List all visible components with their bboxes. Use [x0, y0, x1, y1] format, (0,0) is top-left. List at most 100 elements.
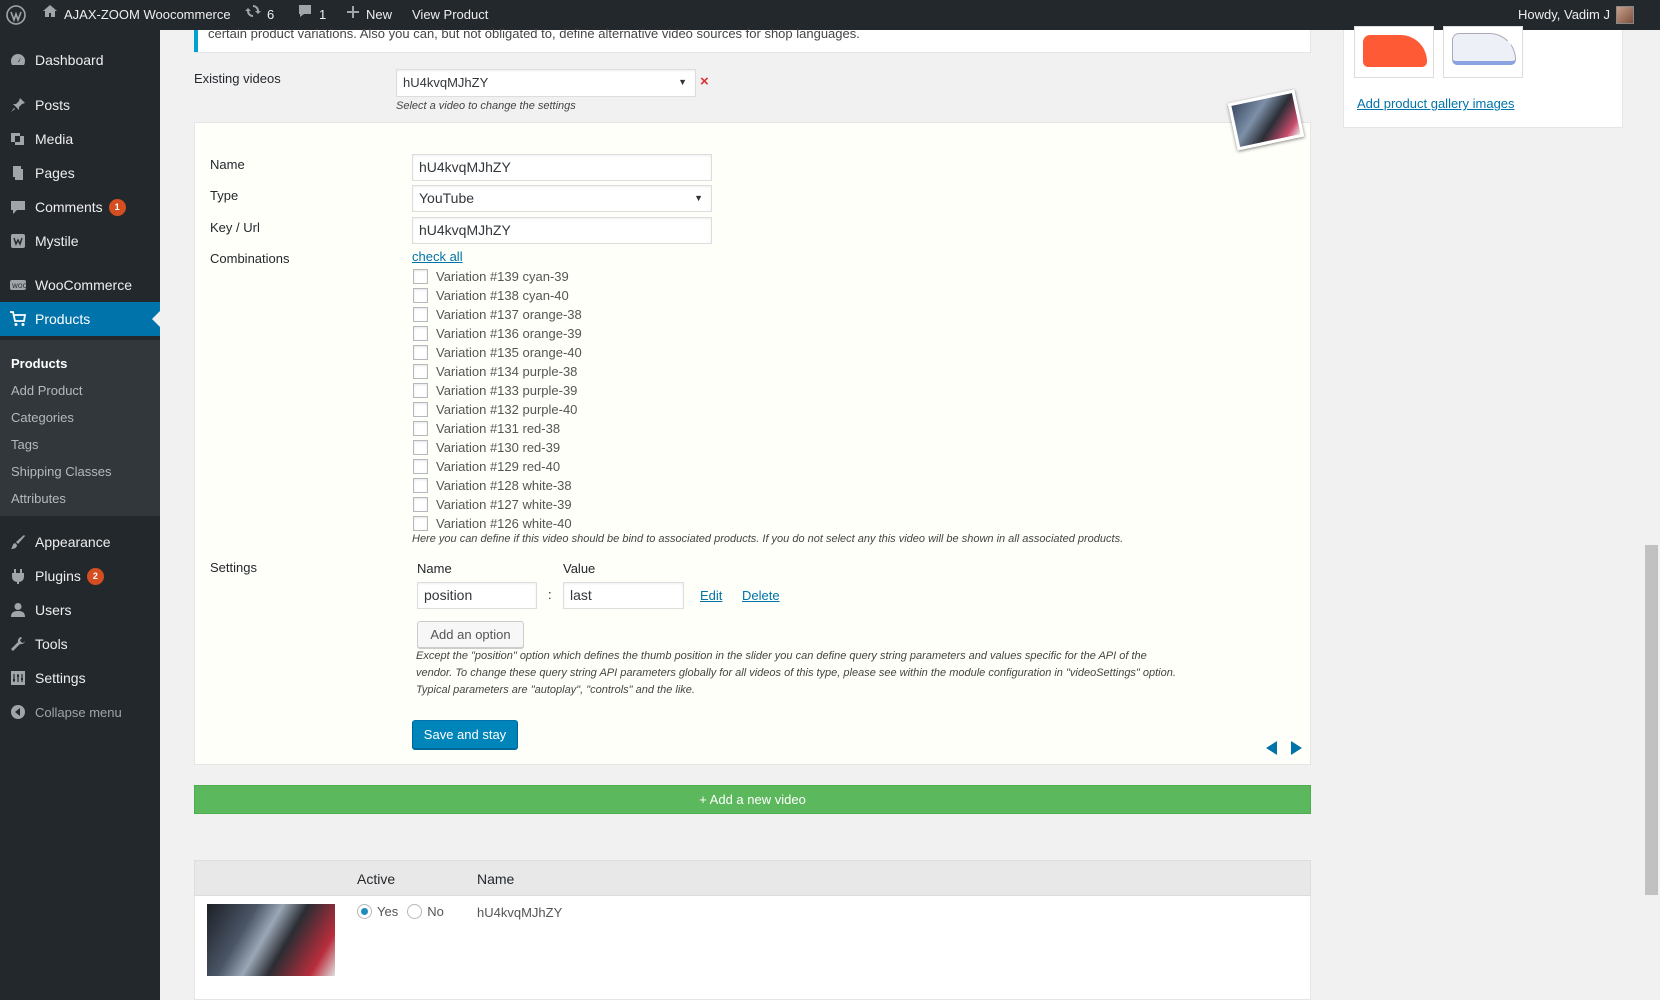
next-video-arrow-icon[interactable] [1291, 741, 1302, 755]
video-row-name: hU4kvqMJhZY [477, 905, 563, 920]
combination-row[interactable]: Variation #135 orange-40 [413, 343, 582, 362]
menu-users[interactable]: Users [0, 593, 160, 627]
settings-label: Settings [210, 560, 257, 575]
menu-mystile[interactable]: Mystile [0, 224, 160, 258]
menu-dashboard[interactable]: Dashboard [0, 43, 160, 77]
combination-row[interactable]: Variation #132 purple-40 [413, 400, 582, 419]
combination-checkbox[interactable] [413, 516, 428, 531]
submenu-tags[interactable]: Tags [11, 437, 38, 452]
combination-label: Variation #136 orange-39 [436, 326, 582, 341]
option-value-input[interactable]: last [563, 582, 684, 609]
account-menu[interactable]: Howdy, Vadim J [1518, 0, 1634, 30]
menu-products[interactable]: Products [0, 302, 160, 336]
combination-checkbox[interactable] [413, 402, 428, 417]
combination-row[interactable]: Variation #129 red-40 [413, 457, 582, 476]
submenu-products[interactable]: Products [11, 356, 67, 371]
option-separator: : [548, 587, 552, 602]
active-yes-label: Yes [377, 904, 399, 919]
menu-pages[interactable]: Pages [0, 156, 160, 190]
video-thumbnail [207, 904, 335, 976]
video-name-input[interactable]: hU4kvqMJhZY [412, 154, 712, 181]
combination-row[interactable]: Variation #128 white-38 [413, 476, 582, 495]
video-type-select[interactable]: YouTube [412, 185, 712, 212]
menu-posts[interactable]: Posts [0, 88, 160, 122]
site-name-link[interactable]: AJAX-ZOOM Woocommerce [42, 0, 231, 30]
combination-checkbox[interactable] [413, 478, 428, 493]
submenu-add-product[interactable]: Add Product [11, 383, 83, 398]
combination-checkbox[interactable] [413, 307, 428, 322]
white-shoe-image [1452, 33, 1516, 65]
wordpress-logo-icon[interactable] [6, 0, 26, 30]
edit-option-link[interactable]: Edit [700, 588, 722, 603]
active-no-radio[interactable] [407, 904, 423, 919]
combination-checkbox[interactable] [413, 364, 428, 379]
add-gallery-images-link[interactable]: Add product gallery images [1357, 96, 1515, 111]
existing-videos-select[interactable]: hU4kvqMJhZY [396, 69, 696, 97]
combination-row[interactable]: Variation #133 purple-39 [413, 381, 582, 400]
option-value-value: last [570, 587, 592, 603]
combination-row[interactable]: Variation #136 orange-39 [413, 324, 582, 343]
active-yes-radio[interactable] [357, 904, 372, 919]
theme-icon [8, 231, 28, 251]
video-name-value: hU4kvqMJhZY [419, 159, 511, 175]
menu-settings[interactable]: Settings [0, 661, 160, 695]
combination-row[interactable]: Variation #126 white-40 [413, 514, 582, 533]
combination-checkbox[interactable] [413, 497, 428, 512]
video-key-input[interactable]: hU4kvqMJhZY [412, 217, 712, 244]
comments-badge: 1 [108, 198, 126, 216]
brush-icon [8, 532, 28, 552]
combination-checkbox[interactable] [413, 440, 428, 455]
greeting-text: Howdy, Vadim J [1518, 7, 1610, 22]
scrollbar-thumb[interactable] [1645, 545, 1658, 895]
add-option-button[interactable]: Add an option [417, 621, 524, 648]
add-new-video-button[interactable]: + Add a new video [194, 785, 1311, 814]
submenu-categories[interactable]: Categories [11, 410, 74, 425]
combination-checkbox[interactable] [413, 345, 428, 360]
combination-checkbox[interactable] [413, 383, 428, 398]
settings-icon [8, 668, 28, 688]
combination-row[interactable]: Variation #127 white-39 [413, 495, 582, 514]
menu-mystile-label: Mystile [35, 233, 79, 249]
gallery-image-white-shoe[interactable] [1443, 26, 1523, 78]
delete-option-link[interactable]: Delete [742, 588, 780, 603]
save-and-stay-button[interactable]: Save and stay [412, 720, 518, 749]
collapse-menu-button[interactable]: Collapse menu [0, 695, 160, 729]
combination-checkbox[interactable] [413, 269, 428, 284]
combination-checkbox[interactable] [413, 326, 428, 341]
menu-appearance[interactable]: Appearance [0, 525, 160, 559]
combination-checkbox[interactable] [413, 288, 428, 303]
combination-row[interactable]: Variation #138 cyan-40 [413, 286, 582, 305]
gallery-image-orange-shoe[interactable] [1354, 26, 1434, 78]
combination-checkbox[interactable] [413, 421, 428, 436]
combination-checkbox[interactable] [413, 459, 428, 474]
existing-videos-selected: hU4kvqMJhZY [403, 75, 489, 90]
combination-row[interactable]: Variation #134 purple-38 [413, 362, 582, 381]
remove-video-icon[interactable]: × [700, 73, 709, 90]
menu-settings-label: Settings [35, 670, 86, 686]
menu-plugins[interactable]: Plugins 2 [0, 559, 160, 593]
option-name-input[interactable]: position [417, 582, 537, 609]
menu-tools[interactable]: Tools [0, 627, 160, 661]
products-submenu: Products Add Product Categories Tags Shi… [0, 340, 160, 516]
active-no-label: No [427, 904, 444, 919]
combination-row[interactable]: Variation #137 orange-38 [413, 305, 582, 324]
combination-row[interactable]: Variation #139 cyan-39 [413, 267, 582, 286]
pin-icon [8, 95, 28, 115]
type-label: Type [210, 188, 239, 203]
menu-dashboard-label: Dashboard [35, 52, 104, 68]
combination-label: Variation #132 purple-40 [436, 402, 578, 417]
combination-label: Variation #131 red-38 [436, 421, 561, 436]
combination-row[interactable]: Variation #130 red-39 [413, 438, 582, 457]
check-all-link[interactable]: check all [412, 249, 463, 264]
user-icon [8, 600, 28, 620]
menu-comments[interactable]: Comments 1 [0, 190, 160, 224]
combination-label: Variation #139 cyan-39 [436, 269, 569, 284]
settings-value-header: Value [563, 561, 596, 576]
menu-media[interactable]: Media [0, 122, 160, 156]
menu-woocommerce[interactable]: WOO WooCommerce [0, 268, 160, 302]
combination-row[interactable]: Variation #131 red-38 [413, 419, 582, 438]
submenu-shipping-classes[interactable]: Shipping Classes [11, 464, 111, 479]
previous-video-arrow-icon[interactable] [1266, 741, 1277, 755]
submenu-attributes[interactable]: Attributes [11, 491, 66, 506]
settings-hint-line-2: vendor. To change these query string API… [416, 667, 1176, 679]
